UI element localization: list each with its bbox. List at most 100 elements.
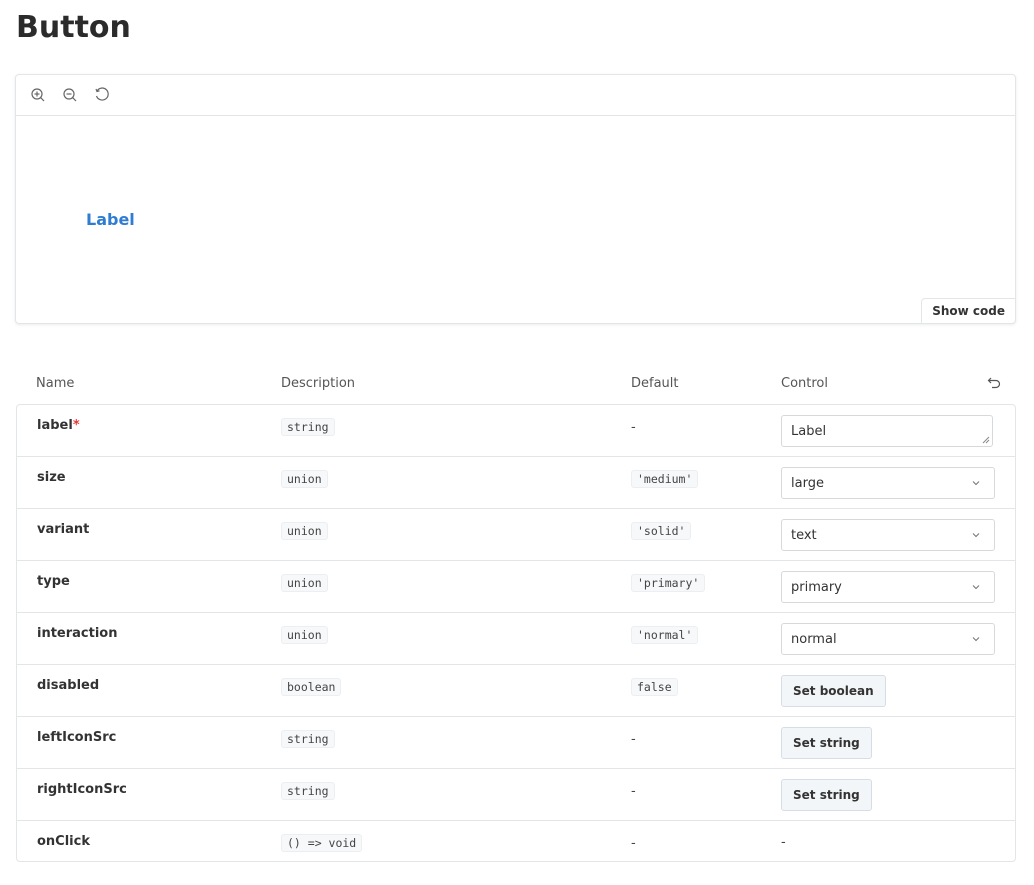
arg-name-text: leftIconSrc bbox=[37, 730, 117, 745]
arg-default: false bbox=[631, 676, 678, 696]
arg-default-value: - bbox=[631, 836, 636, 851]
arg-default: 'primary' bbox=[631, 572, 706, 592]
arg-control: Label bbox=[781, 415, 993, 447]
arg-type: union bbox=[281, 470, 328, 488]
reset-zoom-icon[interactable] bbox=[93, 86, 111, 104]
interaction-select[interactable]: normal bbox=[781, 623, 995, 655]
chevron-down-icon bbox=[972, 481, 980, 486]
arg-default-value: - bbox=[631, 420, 636, 435]
arg-name-text: interaction bbox=[37, 626, 118, 641]
select-value: large bbox=[791, 475, 824, 491]
arg-control: large bbox=[781, 467, 995, 499]
select-value: normal bbox=[791, 631, 837, 647]
arg-description: union bbox=[281, 624, 328, 644]
arg-default-value: - bbox=[631, 784, 636, 799]
label-text-input[interactable]: Label bbox=[781, 415, 993, 447]
arg-default: - bbox=[631, 780, 636, 799]
arg-type: union bbox=[281, 522, 328, 540]
arg-name: rightIconSrc bbox=[37, 782, 127, 797]
table-row: label* string - Label bbox=[17, 405, 1015, 457]
arg-description: string bbox=[281, 416, 335, 436]
arg-name-text: rightIconSrc bbox=[37, 782, 127, 797]
arg-name: interaction bbox=[37, 626, 118, 641]
arg-default-value: 'primary' bbox=[631, 574, 706, 592]
arg-default: 'solid' bbox=[631, 520, 692, 540]
table-row: onClick () => void - - bbox=[17, 821, 1015, 861]
arg-type: union bbox=[281, 626, 328, 644]
set-rightIconSrc-button[interactable]: Set string bbox=[781, 779, 872, 811]
arg-description: string bbox=[281, 728, 335, 748]
size-select[interactable]: large bbox=[781, 467, 995, 499]
arg-default: 'medium' bbox=[631, 468, 699, 488]
table-row: disabled boolean false Set boolean bbox=[17, 665, 1015, 717]
table-row: interaction union 'normal' normal bbox=[17, 613, 1015, 665]
arg-control: Set string bbox=[781, 727, 872, 759]
arg-name: onClick bbox=[37, 834, 90, 849]
no-control: - bbox=[781, 835, 786, 850]
zoom-out-icon[interactable] bbox=[61, 86, 79, 104]
select-value: text bbox=[791, 527, 817, 543]
preview-label-button[interactable]: Label bbox=[86, 210, 135, 229]
header-name: Name bbox=[36, 376, 75, 391]
preview-toolbar bbox=[16, 75, 1015, 116]
table-row: type union 'primary' primary bbox=[17, 561, 1015, 613]
arg-default-value: - bbox=[631, 732, 636, 747]
arg-default-value: false bbox=[631, 678, 678, 696]
chevron-down-icon bbox=[972, 637, 980, 642]
arg-type: string bbox=[281, 730, 335, 748]
arg-name: label* bbox=[37, 418, 80, 433]
arg-default-value: 'solid' bbox=[631, 522, 692, 540]
resize-grip-icon[interactable] bbox=[982, 436, 990, 444]
arg-control: normal bbox=[781, 623, 995, 655]
arg-name: size bbox=[37, 470, 66, 485]
preview-area: Label Show code bbox=[16, 116, 1016, 324]
header-default: Default bbox=[631, 376, 679, 391]
type-select[interactable]: primary bbox=[781, 571, 995, 603]
table-row: rightIconSrc string - Set string bbox=[17, 769, 1015, 821]
arg-description: union bbox=[281, 520, 328, 540]
arg-name-text: type bbox=[37, 574, 70, 589]
arg-name-text: label bbox=[37, 418, 73, 433]
arg-control: Set boolean bbox=[781, 675, 886, 707]
preview-canvas: Label Show code bbox=[15, 74, 1016, 324]
arg-name-text: variant bbox=[37, 522, 90, 537]
header-description: Description bbox=[281, 376, 356, 391]
arg-default-value: 'normal' bbox=[631, 626, 699, 644]
header-control: Control bbox=[781, 376, 828, 391]
select-value: primary bbox=[791, 579, 842, 595]
arg-name-text: onClick bbox=[37, 834, 90, 849]
arg-control: primary bbox=[781, 571, 995, 603]
arg-description: union bbox=[281, 572, 328, 592]
args-table: label* string - Label size union 'medium' large… bbox=[16, 404, 1016, 862]
arg-type: string bbox=[281, 418, 335, 436]
arg-control: Set string bbox=[781, 779, 872, 811]
arg-name: type bbox=[37, 574, 70, 589]
input-value: Label bbox=[791, 423, 827, 439]
arg-default-value: 'medium' bbox=[631, 470, 699, 488]
arg-default: - bbox=[631, 416, 636, 435]
undo-icon[interactable] bbox=[987, 376, 1001, 390]
arg-description: string bbox=[281, 780, 335, 800]
arg-type: string bbox=[281, 782, 335, 800]
arg-description: union bbox=[281, 468, 328, 488]
arg-name: disabled bbox=[37, 678, 99, 693]
arg-type: () => void bbox=[281, 834, 363, 852]
arg-description: () => void bbox=[281, 832, 363, 852]
arg-default: 'normal' bbox=[631, 624, 699, 644]
required-marker: * bbox=[72, 418, 80, 433]
show-code-button[interactable]: Show code bbox=[921, 298, 1016, 324]
arg-default: - bbox=[631, 832, 636, 851]
zoom-in-icon[interactable] bbox=[29, 86, 47, 104]
table-row: variant union 'solid' text bbox=[17, 509, 1015, 561]
set-disabled-button[interactable]: Set boolean bbox=[781, 675, 886, 707]
arg-name: leftIconSrc bbox=[37, 730, 116, 745]
arg-description: boolean bbox=[281, 676, 342, 696]
table-row: leftIconSrc string - Set string bbox=[17, 717, 1015, 769]
variant-select[interactable]: text bbox=[781, 519, 995, 551]
args-table-header: Name Description Default Control bbox=[16, 370, 1015, 404]
set-leftIconSrc-button[interactable]: Set string bbox=[781, 727, 872, 759]
arg-control: - bbox=[781, 831, 786, 850]
page-title: Button bbox=[16, 10, 131, 45]
arg-control: text bbox=[781, 519, 995, 551]
arg-type: boolean bbox=[281, 678, 342, 696]
